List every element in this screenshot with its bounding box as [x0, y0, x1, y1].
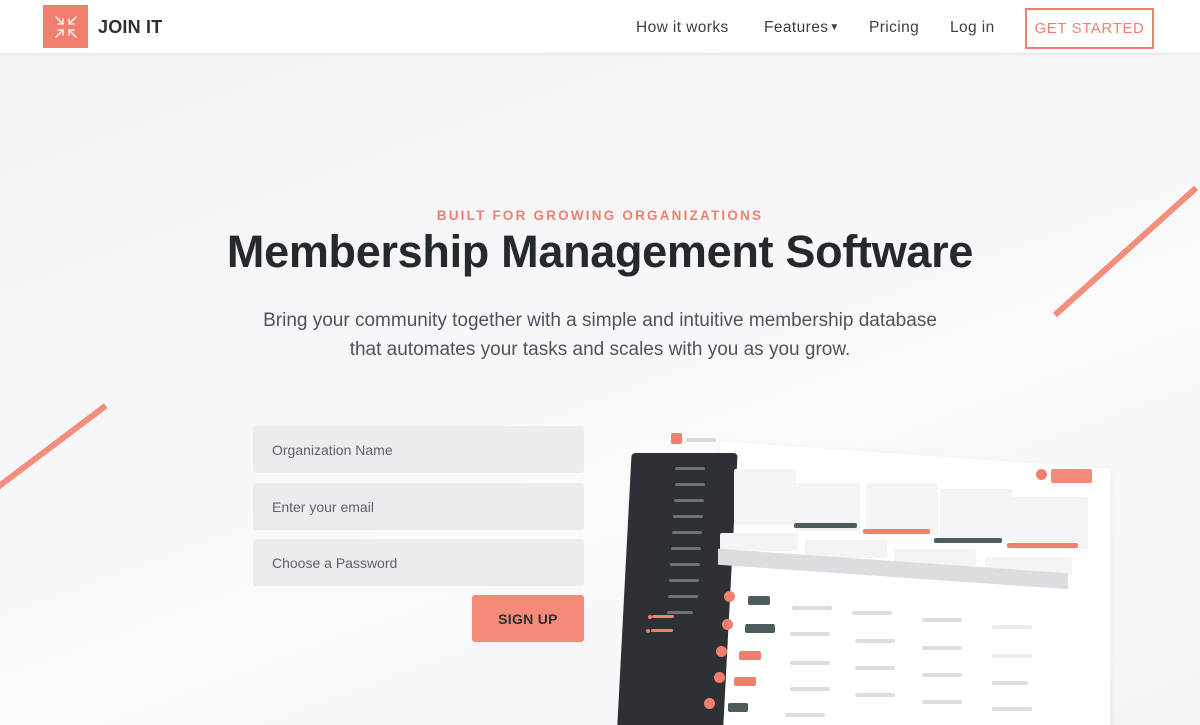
brand-name[interactable]: JOIN IT	[98, 17, 162, 38]
join-it-logo-icon[interactable]	[43, 5, 88, 48]
hero-subtitle-line-2: that automates your tasks and scales wit…	[349, 339, 851, 360]
nav-how-it-works-label: How it works	[636, 19, 729, 36]
nav-pricing[interactable]: Pricing	[869, 19, 919, 37]
hero-subtitle-line-1: Bring your community together with a sim…	[263, 310, 937, 331]
organization-name-input[interactable]	[253, 426, 584, 473]
nav-pricing-label: Pricing	[869, 19, 920, 36]
caret-down-icon: ▼	[829, 22, 840, 33]
sign-up-button[interactable]: SIGN UP	[472, 595, 584, 642]
nav-features[interactable]: Features▼	[764, 19, 840, 37]
top-nav-bar: JOIN IT How it works Features▼ Pricing L…	[0, 0, 1200, 54]
password-input[interactable]	[253, 539, 584, 586]
nav-features-label: Features	[764, 19, 829, 36]
get-started-button[interactable]: GET STARTED	[1025, 8, 1154, 49]
nav-log-in-label: Log in	[950, 19, 995, 36]
hero-subtitle: Bring your community together with a sim…	[230, 306, 970, 364]
dashboard-illustration	[600, 425, 1200, 725]
hero-eyebrow: BUILT FOR GROWING ORGANIZATIONS	[436, 208, 764, 223]
email-input[interactable]	[253, 483, 584, 530]
nav-log-in[interactable]: Log in	[950, 19, 995, 37]
nav-how-it-works[interactable]: How it works	[636, 19, 729, 37]
page-title: Membership Management Software	[226, 226, 974, 277]
